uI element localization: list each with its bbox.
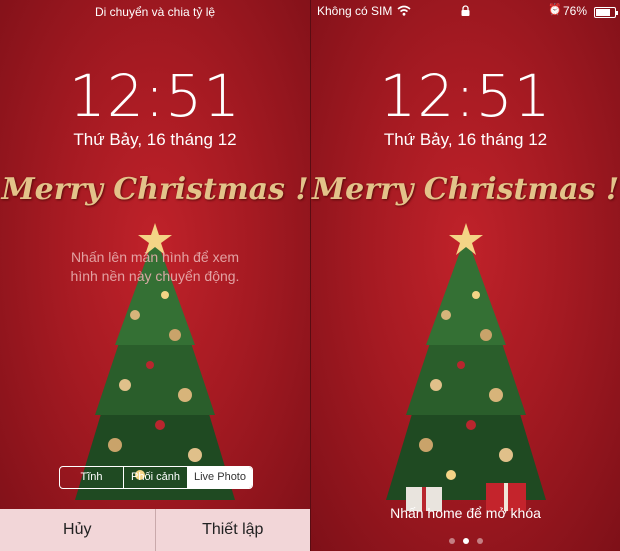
- christmas-tree-image: [386, 223, 546, 511]
- wallpaper-preview-screen: Di chuyển và chia tỷ lệ 12:51 Thứ Bảy, 1…: [0, 0, 310, 551]
- move-and-scale-label: Di chuyển và chia tỷ lệ: [94, 5, 216, 19]
- segment-perspective[interactable]: Phối cảnh: [124, 467, 188, 488]
- page-indicator[interactable]: [311, 538, 620, 544]
- tap-to-animate-hint: Nhấn lên màn hình để xem hình nền này ch…: [70, 249, 240, 284]
- merry-christmas-text: Merry Christmas !: [311, 172, 620, 207]
- page-dot[interactable]: [448, 538, 455, 544]
- lock-screen-date: Thứ Bảy, 16 tháng 12: [383, 130, 548, 149]
- lock-screen-time: 12:51: [68, 62, 242, 130]
- status-bar: Không có SIM ⏰ 76%: [311, 3, 620, 21]
- battery-percentage: 76%: [563, 4, 588, 18]
- page-dot[interactable]: [476, 538, 483, 544]
- cancel-button[interactable]: Hủy: [0, 509, 156, 551]
- wallpaper-mode-segmented-control[interactable]: Tĩnh Phối cảnh Live Photo: [59, 466, 253, 489]
- action-bar: Hủy Thiết lập: [0, 509, 310, 551]
- lock-screen: Không có SIM ⏰ 76% 12:51 Thứ Bảy, 16 thá…: [310, 0, 620, 551]
- carrier-label: Không có SIM: [317, 4, 393, 18]
- lock-icon: [461, 5, 470, 16]
- lock-screen-date: Thứ Bảy, 16 tháng 12: [73, 130, 237, 149]
- wifi-icon: [397, 5, 411, 16]
- segment-still[interactable]: Tĩnh: [60, 467, 124, 488]
- lock-screen-time: 12:51: [379, 62, 552, 130]
- page-dot[interactable]: [462, 538, 469, 544]
- set-wallpaper-button[interactable]: Thiết lập: [156, 509, 311, 551]
- merry-christmas-text: Merry Christmas !: [1, 172, 309, 207]
- segment-live-photo[interactable]: Live Photo: [188, 467, 252, 488]
- battery-icon: [594, 7, 618, 18]
- alarm-clock-icon: ⏰: [548, 4, 562, 16]
- press-home-to-unlock-hint: Nhấn home để mở khóa: [390, 505, 541, 521]
- battery-level-fill: [596, 9, 610, 16]
